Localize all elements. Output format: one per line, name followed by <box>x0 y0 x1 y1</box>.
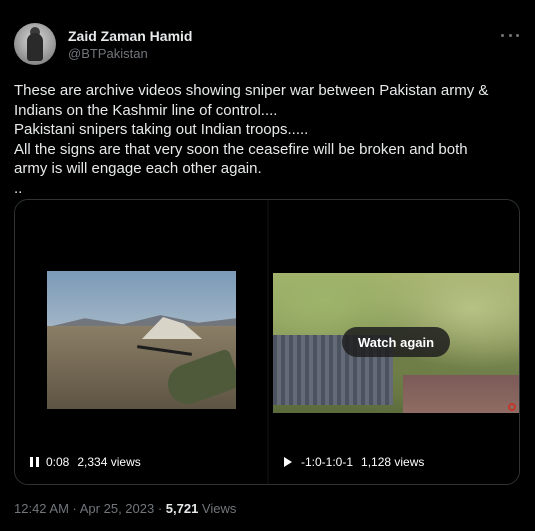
dot <box>501 33 504 37</box>
display-name[interactable]: Zaid Zaman Hamid <box>68 28 192 44</box>
dot <box>508 33 512 37</box>
video-views: 2,334 views <box>77 455 141 469</box>
wall <box>403 375 519 413</box>
avatar-figure <box>27 33 43 61</box>
media-container: 0:08 2,334 views Watch again -1:0-1:0-1 … <box>14 199 520 485</box>
views-count: 5,721 <box>165 501 199 516</box>
watermark-icon <box>508 403 516 411</box>
views-label: Views <box>198 501 237 516</box>
play-icon[interactable] <box>284 457 292 467</box>
tweet-line: These are archive videos showing sniper … <box>14 82 489 99</box>
tweet-line: .. <box>14 179 23 197</box>
dot <box>516 33 519 37</box>
video-controls-left: 0:08 2,334 views <box>30 455 141 469</box>
video-controls-right: -1:0-1:0-1 1,128 views <box>284 455 424 469</box>
tweet-text: These are archive videos showing sniper … <box>14 81 524 198</box>
video-time: 0:08 <box>46 455 70 469</box>
watch-again-button[interactable]: Watch again <box>342 327 450 357</box>
video-thumbnail-left[interactable] <box>47 271 236 409</box>
avatar[interactable] <box>14 23 56 65</box>
video-time: -1:0-1:0-1 <box>301 455 354 469</box>
video-views: 1,128 views <box>361 455 425 469</box>
tweet-line: army is will engage each other again. <box>14 160 262 177</box>
tweet-footer: 12:42 AM · Apr 25, 2023 · 5,721 Views <box>14 501 236 516</box>
tweet-line: Indians on the Kashmir line of control..… <box>14 101 278 119</box>
pause-icon[interactable] <box>30 457 39 467</box>
video-player-left[interactable]: 0:08 2,334 views <box>15 200 268 484</box>
user-handle[interactable]: @BTPakistan <box>68 46 148 61</box>
tweet-line: All the signs are that very soon the cea… <box>14 140 468 158</box>
more-options-icon[interactable] <box>501 26 519 44</box>
tweet-line: Pakistani snipers taking out Indian troo… <box>14 121 309 138</box>
timestamp[interactable]: 12:42 AM · Apr 25, 2023 · <box>14 501 166 516</box>
video-player-right[interactable]: Watch again -1:0-1:0-1 1,128 views <box>269 200 519 484</box>
